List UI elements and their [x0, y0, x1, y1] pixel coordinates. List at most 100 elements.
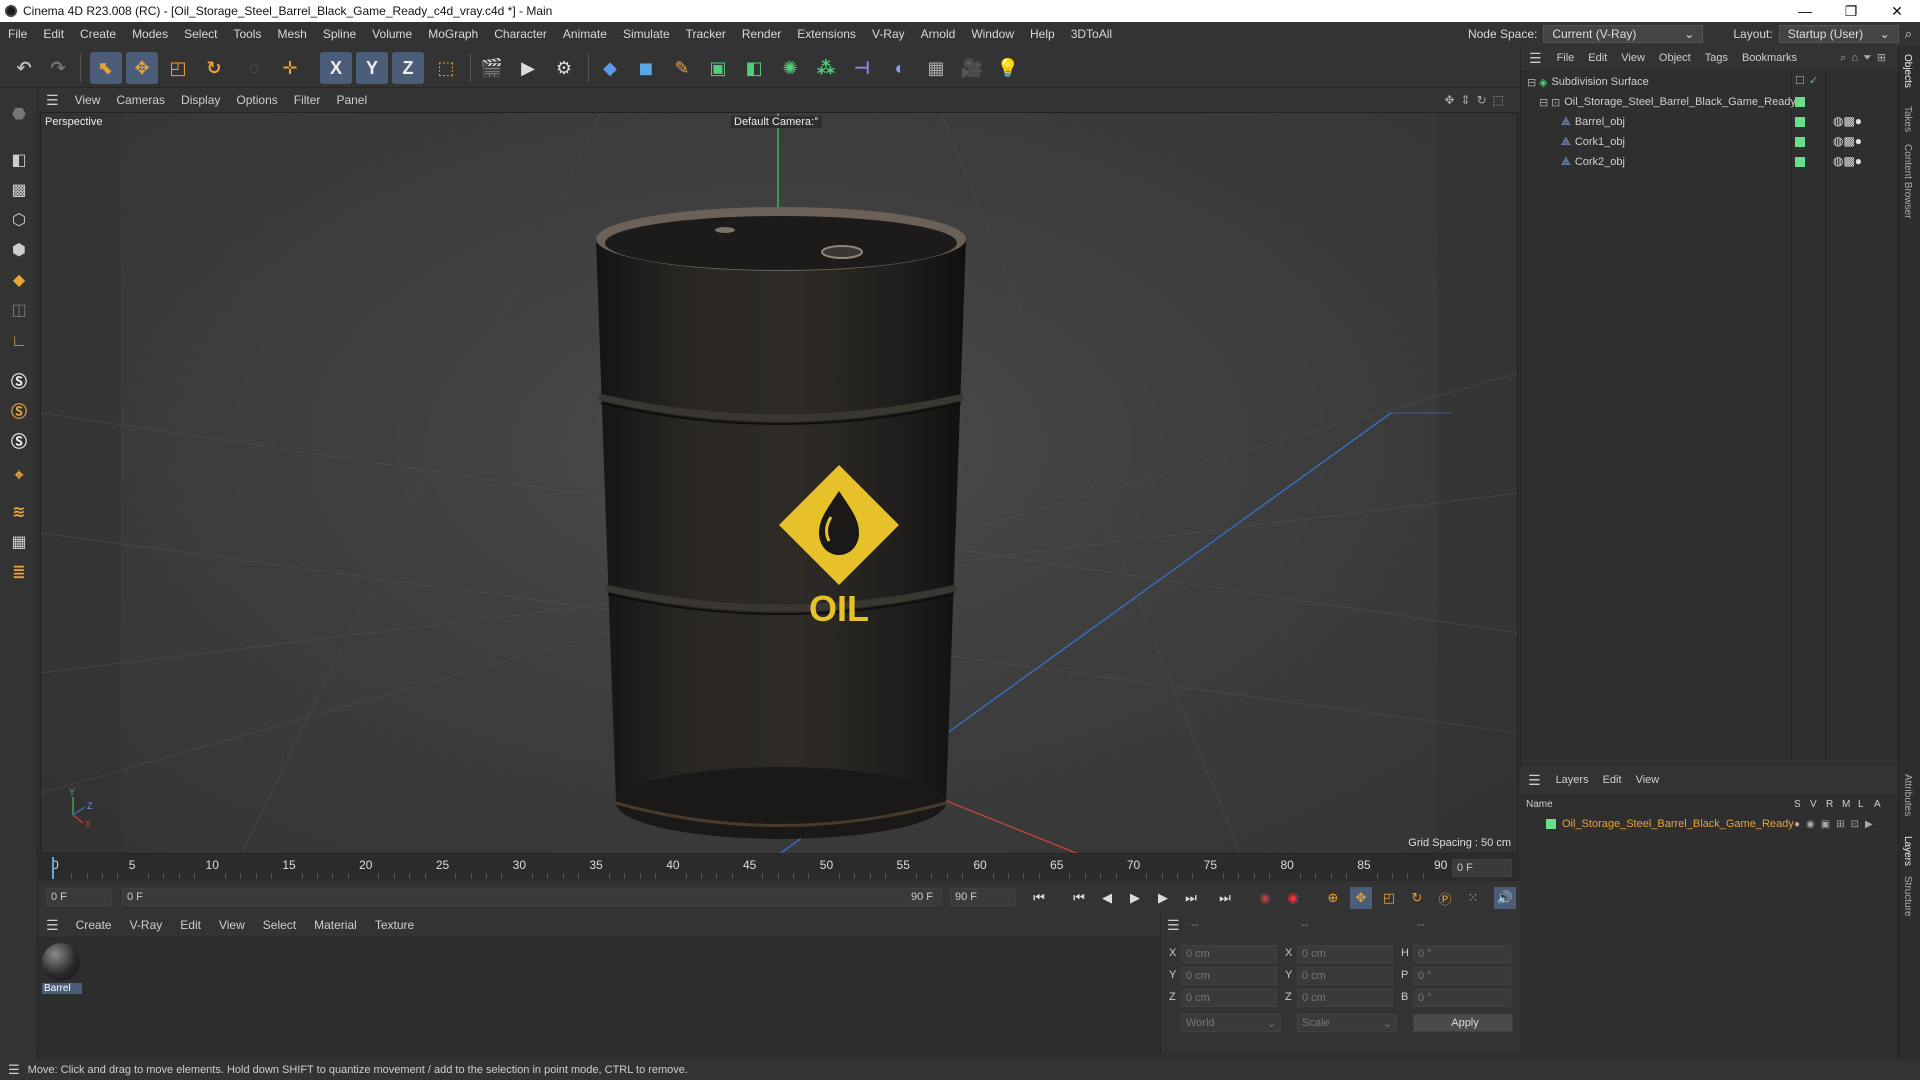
object-row-group[interactable]: ⊟ ⊡ Oil_Storage_Steel_Barrel_Black_Game_…: [1521, 92, 1796, 112]
material-menu-texture[interactable]: Texture: [366, 918, 423, 932]
select-icon[interactable]: ⬉: [90, 52, 122, 84]
tab-structure[interactable]: Structure: [1902, 876, 1913, 917]
planar-workplane-icon[interactable]: ≣: [5, 558, 33, 586]
deformer-icon[interactable]: ⊣: [846, 52, 878, 84]
keyframe-selection-icon[interactable]: ⊕: [1322, 887, 1344, 909]
model-mode-icon[interactable]: ◧: [5, 146, 33, 174]
locked-workplane-icon[interactable]: ▦: [5, 528, 33, 556]
checkmark-icon[interactable]: ✓: [1809, 74, 1818, 87]
live-select-icon[interactable]: ◌: [238, 52, 270, 84]
material-menu-material[interactable]: Material: [305, 918, 366, 932]
goto-start-icon[interactable]: ⏮: [1028, 887, 1050, 909]
menu-extensions[interactable]: Extensions: [789, 27, 864, 41]
menu-simulate[interactable]: Simulate: [615, 27, 678, 41]
next-frame-icon[interactable]: ▶: [1152, 887, 1174, 909]
object-row-cork2[interactable]: ⟁ Cork2_obj: [1521, 152, 1791, 172]
size-mode-dropdown[interactable]: Scale ⌄: [1297, 1014, 1397, 1032]
apply-button[interactable]: Apply: [1413, 1014, 1513, 1032]
tab-objects[interactable]: Objects: [1902, 54, 1913, 88]
sound-icon[interactable]: 🔊: [1494, 887, 1516, 909]
obj-menu-bookmarks[interactable]: Bookmarks: [1735, 52, 1804, 64]
grid-icon[interactable]: ▦: [920, 52, 952, 84]
coord-system-icon[interactable]: ⬚: [430, 52, 462, 84]
make-editable-icon[interactable]: ⬣: [5, 100, 33, 128]
key-scale-icon[interactable]: ◰: [1378, 887, 1400, 909]
layer-color-swatch[interactable]: [1795, 157, 1805, 167]
material-menu-select[interactable]: Select: [254, 918, 305, 932]
edges-mode-icon[interactable]: ⬢: [5, 236, 33, 264]
layer-toggle-icons[interactable]: ●◉▣⊞⊡▶: [1794, 819, 1879, 830]
x-axis-icon[interactable]: X: [320, 52, 352, 84]
menu-vray[interactable]: V-Ray: [864, 27, 913, 41]
python-icon[interactable]: ◆: [594, 52, 626, 84]
undo-icon[interactable]: ↶: [8, 52, 40, 84]
layer-menu-view[interactable]: View: [1629, 774, 1667, 786]
texture-mode-icon[interactable]: ▩: [5, 176, 33, 204]
layer-row[interactable]: Oil_Storage_Steel_Barrel_Black_Game_Read…: [1520, 815, 1898, 833]
redo-icon[interactable]: ↷: [42, 52, 74, 84]
tab-attributes[interactable]: Attributes: [1902, 774, 1913, 816]
z-axis-icon[interactable]: Z: [392, 52, 424, 84]
coord-mode-dropdown[interactable]: World ⌄: [1181, 1014, 1281, 1032]
hamburger-icon[interactable]: ☰: [1521, 50, 1550, 67]
camera-label[interactable]: Default Camera:°: [731, 116, 822, 128]
move-icon[interactable]: ✥: [126, 52, 158, 84]
layer-menu-layers[interactable]: Layers: [1549, 774, 1596, 786]
object-row-barrel[interactable]: ⟁ Barrel_obj: [1521, 112, 1791, 132]
current-frame-field[interactable]: 0 F: [1452, 859, 1512, 877]
array-icon[interactable]: ⁂: [810, 52, 842, 84]
material-menu-vray[interactable]: V-Ray: [121, 918, 172, 932]
camera-icon[interactable]: 🎥: [956, 52, 988, 84]
snap-icon[interactable]: Ⓢ: [5, 366, 33, 394]
tab-layers[interactable]: Layers: [1902, 836, 1913, 866]
hamburger-icon[interactable]: ☰: [0, 1062, 28, 1078]
layer-color-swatch[interactable]: [1795, 97, 1805, 107]
key-position-icon[interactable]: ✥: [1350, 887, 1372, 909]
obj-menu-edit[interactable]: Edit: [1581, 52, 1614, 64]
playhead[interactable]: [52, 857, 54, 879]
search-icon[interactable]: ⌕: [1905, 26, 1912, 42]
frame-range-slider[interactable]: 0 F 90 F: [122, 888, 942, 906]
menu-character[interactable]: Character: [486, 27, 555, 41]
layer-menu-edit[interactable]: Edit: [1596, 774, 1629, 786]
rotate-icon[interactable]: ↻: [198, 52, 230, 84]
scale-icon[interactable]: ◰: [162, 52, 194, 84]
menu-mesh[interactable]: Mesh: [269, 27, 314, 41]
menu-3dtoall[interactable]: 3DToAll: [1063, 27, 1120, 41]
scene-icon[interactable]: ◐: [884, 52, 916, 84]
hamburger-icon[interactable]: ☰: [38, 92, 67, 109]
key-param-icon[interactable]: Ⓟ: [1434, 887, 1456, 909]
render-settings-icon[interactable]: ⚙: [548, 52, 580, 84]
obj-menu-tags[interactable]: Tags: [1698, 52, 1735, 64]
record-off-icon[interactable]: ◉: [1254, 887, 1276, 909]
polygons-mode-icon[interactable]: ◆: [5, 266, 33, 294]
rot-h-field[interactable]: 0 °: [1413, 945, 1511, 963]
subdivide-icon[interactable]: ▣: [702, 52, 734, 84]
render-region-icon[interactable]: 🎬: [476, 52, 508, 84]
menu-arnold[interactable]: Arnold: [913, 27, 964, 41]
menu-render[interactable]: Render: [734, 27, 789, 41]
material-menu-edit[interactable]: Edit: [171, 918, 210, 932]
menu-select[interactable]: Select: [176, 27, 225, 41]
hamburger-icon[interactable]: ☰: [1520, 772, 1549, 789]
material-tag-icon[interactable]: ◍▩●: [1833, 134, 1862, 148]
obj-menu-object[interactable]: Object: [1652, 52, 1698, 64]
uv-mode-icon[interactable]: ◫: [5, 296, 33, 324]
layout-dropdown[interactable]: Startup (User) ⌄: [1778, 25, 1899, 43]
hamburger-icon[interactable]: ☰: [1167, 917, 1180, 934]
rot-b-field[interactable]: 0 °: [1413, 989, 1511, 1007]
workplane-icon[interactable]: ≋: [5, 498, 33, 526]
viewport-menu-options[interactable]: Options: [228, 93, 285, 107]
add-icon[interactable]: ✛: [274, 52, 306, 84]
menu-window[interactable]: Window: [963, 27, 1022, 41]
autokey-icon[interactable]: ◉: [1282, 887, 1304, 909]
play-icon[interactable]: ▶: [1124, 887, 1146, 909]
menu-volume[interactable]: Volume: [364, 27, 420, 41]
obj-menu-view[interactable]: View: [1614, 52, 1652, 64]
obj-toolbar-icons[interactable]: ⌕⌂⏷⊞: [1840, 51, 1899, 65]
menu-edit[interactable]: Edit: [35, 27, 72, 41]
3d-viewport[interactable]: OIL Y Z X Perspective Default Camera:° G…: [40, 112, 1518, 854]
menu-modes[interactable]: Modes: [124, 27, 176, 41]
pos-z-field[interactable]: 0 cm: [1181, 989, 1277, 1007]
material-tag-icon[interactable]: ◍▩●: [1833, 114, 1862, 128]
